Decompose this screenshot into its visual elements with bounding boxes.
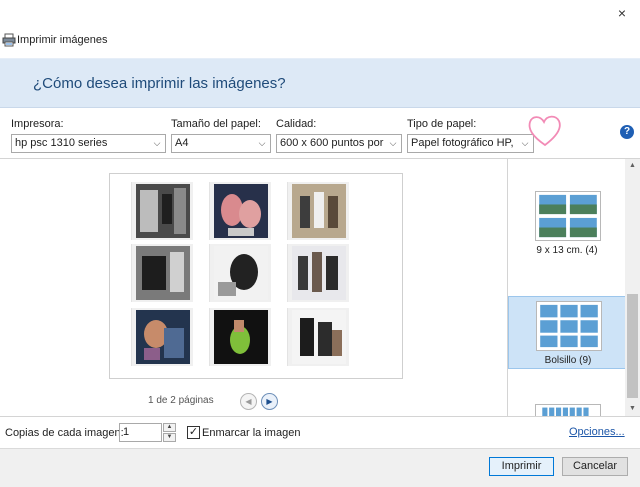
photo-thumbnail [131, 308, 193, 366]
layout-item-9x13[interactable]: 9 x 13 cm. (4) [508, 183, 626, 256]
photo-thumbnail [131, 244, 193, 302]
paper-size-value: A4 [175, 137, 189, 149]
photo-thumbnail [287, 182, 349, 240]
quality-value: 600 x 600 puntos por pu [280, 137, 385, 149]
cancel-button[interactable]: Cancelar [562, 457, 628, 476]
title-bar: Imprimir imágenes [0, 30, 640, 52]
scrollbar-thumb[interactable] [627, 294, 638, 398]
help-icon[interactable]: ? [620, 125, 634, 139]
copies-label: Copias de cada imagen: [5, 427, 124, 439]
page-indicator: 1 de 2 páginas [148, 395, 214, 406]
photo-thumbnail [209, 182, 271, 240]
layout-thumbnail [535, 404, 601, 416]
photo-thumbnail [209, 244, 271, 302]
spin-up-button[interactable]: ▲ [163, 423, 176, 432]
photo-thumbnail [131, 182, 193, 240]
chevron-left-icon: ◀ [245, 397, 252, 406]
paper-size-label: Tamaño del papel: [171, 118, 261, 130]
options-link[interactable]: Opciones... [569, 426, 625, 438]
chevron-down-icon: ⌵ [258, 138, 266, 148]
printer-select[interactable]: hp psc 1310 series ⌵ [11, 134, 166, 153]
layout-9-thumbnail [536, 301, 602, 351]
header-band: ¿Cómo desea imprimir las imágenes? [0, 58, 640, 108]
previous-page-button[interactable]: ◀ [240, 393, 257, 410]
close-button[interactable]: × [610, 4, 634, 22]
preview-area: 1 de 2 páginas ◀ ▶ [0, 158, 507, 416]
layout-4-thumbnail [535, 191, 601, 241]
paper-size-select[interactable]: A4 ⌵ [171, 134, 271, 153]
chevron-down-icon: ⌵ [389, 138, 397, 148]
paper-type-label: Tipo de papel: [407, 118, 477, 130]
frame-checkbox[interactable]: ✓ [187, 426, 200, 439]
close-icon: × [617, 5, 627, 21]
frame-label: Enmarcar la imagen [202, 427, 301, 439]
printer-icon [2, 33, 16, 47]
photo-thumbnail [287, 308, 349, 366]
next-page-button[interactable]: ▶ [261, 393, 278, 410]
quality-select[interactable]: 600 x 600 puntos por pu ⌵ [276, 134, 402, 153]
window-title: Imprimir imágenes [17, 34, 108, 46]
heart-icon [528, 115, 561, 147]
preview-page [109, 173, 403, 379]
photo-thumbnail [209, 308, 271, 366]
print-button[interactable]: Imprimir [489, 457, 554, 476]
scroll-up-icon[interactable]: ▲ [625, 159, 640, 173]
spin-down-button[interactable]: ▼ [163, 433, 176, 442]
layout-label: 9 x 13 cm. (4) [536, 245, 598, 256]
scroll-down-icon[interactable]: ▼ [625, 402, 640, 416]
copies-input[interactable]: 1 [119, 423, 162, 442]
printer-value: hp psc 1310 series [15, 137, 108, 149]
layout-label: Bolsillo (9) [544, 355, 592, 366]
chevron-right-icon: ▶ [266, 397, 273, 406]
check-icon: ✓ [188, 426, 199, 438]
layout-item-more[interactable] [508, 399, 626, 416]
printer-label: Impresora: [11, 118, 64, 130]
quality-label: Calidad: [276, 118, 317, 130]
layout-list: 9 x 13 cm. (4) Bolsillo (9) [507, 158, 640, 416]
page-title: ¿Cómo desea imprimir las imágenes? [33, 75, 286, 92]
paper-type-value: Papel fotográfico HP, s [411, 137, 517, 149]
chevron-down-icon: ⌵ [153, 138, 161, 148]
paper-type-select[interactable]: Papel fotográfico HP, s ⌵ [407, 134, 534, 153]
layout-item-bolsillo[interactable]: Bolsillo (9) [508, 296, 626, 369]
photo-thumbnail [287, 244, 349, 302]
